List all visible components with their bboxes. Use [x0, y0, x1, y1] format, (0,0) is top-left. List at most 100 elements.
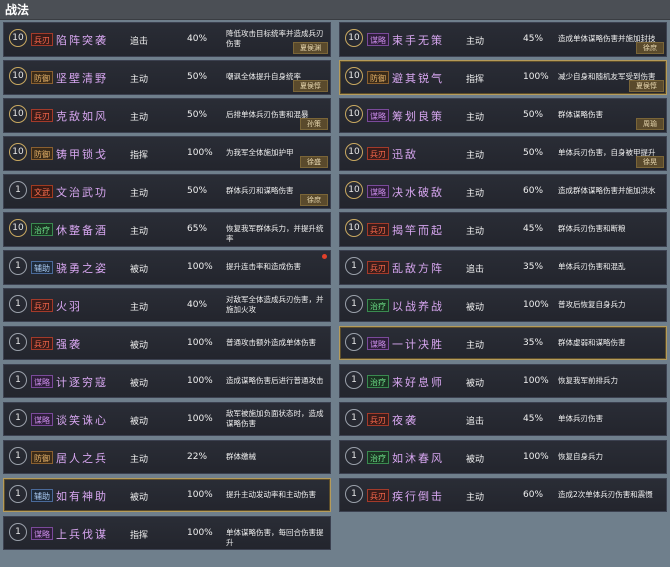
trigger-rate: 50%	[523, 109, 544, 120]
tactic-row[interactable]: 1 兵刃 夜袭 追击 45% 单体兵刃伤害	[339, 401, 667, 437]
tactic-name: 上兵伐谋	[56, 527, 108, 541]
level-icon: 1	[9, 294, 27, 313]
tactic-row[interactable]: 1 防御 居人之兵 主动 22% 群体缴械	[3, 439, 331, 475]
tactic-name: 夜袭	[392, 413, 418, 427]
tactic-type: 追击	[130, 37, 149, 47]
tactic-name: 束手无策	[392, 34, 444, 47]
category-tag: 谋略	[367, 336, 389, 350]
tactic-type: 被动	[466, 302, 485, 313]
tactics-column-left: 10 兵刃 陷阵突袭 追击 40% 降低攻击目标统率并造成兵刃伤害 夏侯渊 10 防御 坚壁清野主…	[3, 22, 331, 554]
tactic-row[interactable]: 1 兵刃 疾行倒击 主动 60% 造成2次单体兵刃伤害和震慑	[339, 477, 667, 513]
level-icon: 1	[9, 332, 27, 351]
tactic-type: 主动	[130, 74, 149, 85]
tactic-type: 被动	[130, 492, 149, 503]
tactic-row[interactable]: 1 辅助 如有神助 被动 100% 提升主动发动率和主动伤害	[3, 477, 331, 513]
tactic-name: 决水破敌	[392, 185, 444, 199]
tactic-row[interactable]: 1 治疗 以战养战 被动 100% 普攻后恢复自身兵力	[339, 287, 667, 323]
general-badge: 周瑜	[636, 117, 664, 130]
trigger-rate: 100%	[187, 337, 213, 348]
tactic-row[interactable]: 1 兵刃 强袭 被动 100% 普通攻击额外造成单体伤害	[3, 325, 331, 361]
level-icon: 1	[9, 180, 27, 199]
level-icon: 1	[345, 294, 363, 313]
tactic-row[interactable]: 1 兵刃 火羽 主动 40% 对敌军全体造成兵刃伤害，并施加火攻	[3, 287, 331, 323]
tactic-type: 主动	[466, 226, 485, 237]
tactic-name: 骁勇之姿	[56, 261, 108, 275]
level-icon: 10	[345, 218, 363, 237]
tactic-name: 陷阵突袭	[56, 34, 108, 47]
tactic-row[interactable]: 1 谋略 上兵伐谋 指挥 100% 单体谋略伤害，每回合伤害提升	[3, 515, 331, 551]
tactic-row[interactable]: 10 谋略 决水破敌 主动 60% 造成群体谋略伤害并施加洪水	[339, 173, 667, 209]
tactic-row[interactable]: 1 谋略 计逐穷寇 被动 100% 造成谋略伤害后进行普通攻击	[3, 363, 331, 399]
trigger-rate: 22%	[187, 451, 208, 462]
tactic-row[interactable]: 10 兵刃 迅敌 主动 50% 单体兵刃伤害，自身被甲提升 徐晃	[339, 135, 667, 171]
level-icon: 10	[9, 218, 27, 237]
category-tag: 辅助	[31, 260, 53, 274]
tactic-row[interactable]: 10 谋略 束手无策 主动 45% 造成单体谋略伤害并施加封技 徐庶	[339, 22, 667, 57]
tactic-row[interactable]: 1 治疗 如沐春风 被动 100% 恢复自身兵力	[339, 439, 667, 475]
tactic-description: 造成2次单体兵刃伤害和震慑	[558, 489, 653, 499]
general-badge: 孙策	[300, 117, 328, 130]
tactic-type: 指挥	[130, 150, 149, 161]
tactic-row[interactable]: 10 防御 铸甲锁戈 指挥 100% 为我军全体施加护甲 徐盛	[3, 135, 331, 171]
tactic-name: 文治武功	[56, 185, 108, 199]
tactic-type: 主动	[466, 37, 485, 47]
tactic-row[interactable]: 1 兵刃 乱敌方阵 追击 35% 单体兵刃伤害和混乱	[339, 249, 667, 285]
tactic-row[interactable]: 1 辅助 骁勇之姿 被动 100% 提升连击率和造成伤害	[3, 249, 331, 285]
tactic-name: 如沐春风	[392, 451, 444, 465]
trigger-rate: 100%	[187, 413, 213, 424]
tactic-type: 主动	[466, 112, 485, 123]
tactic-description: 对敌军全体造成兵刃伤害，并施加火攻	[226, 294, 324, 314]
tactic-name: 强袭	[56, 337, 82, 351]
tactic-row[interactable]: 10 兵刃 揭竿而起 主动 45% 群体兵刃伤害和断粮	[339, 211, 667, 247]
tactic-description: 造成谋略伤害后进行普通攻击	[226, 375, 324, 385]
tactic-row[interactable]: 10 防御 坚壁清野 主动 50% 嘲讽全体提升自身统率 夏侯惇	[3, 59, 331, 95]
tactic-name: 迅敌	[392, 147, 418, 161]
tactic-row[interactable]: 10 谋略 筹划良策 主动 50% 群体谋略伤害 周瑜	[339, 97, 667, 133]
level-icon: 10	[9, 142, 27, 161]
tactic-row[interactable]: 10 防御 避其锐气 指挥 100% 减少自身和随机友军受到伤害 夏侯惇	[339, 59, 667, 95]
tactic-row[interactable]: 1 治疗 来好息师 被动 100% 恢复我军前排兵力	[339, 363, 667, 399]
category-tag: 治疗	[367, 298, 389, 312]
trigger-rate: 50%	[187, 71, 208, 82]
page-title: 战法	[5, 3, 30, 17]
trigger-rate: 50%	[187, 109, 208, 120]
tactic-type: 主动	[130, 112, 149, 123]
level-icon: 10	[345, 29, 363, 47]
tactic-name: 计逐穷寇	[56, 375, 108, 389]
trigger-rate: 100%	[523, 299, 549, 310]
trigger-rate: 100%	[523, 71, 549, 82]
tactic-name: 一计决胜	[392, 337, 444, 351]
tactic-name: 火羽	[56, 299, 82, 313]
trigger-rate: 35%	[523, 261, 544, 272]
title-bar: 战法	[0, 0, 670, 20]
level-icon: 1	[345, 332, 363, 351]
trigger-rate: 45%	[523, 223, 544, 234]
tactics-column-right: 10 谋略 束手无策 主动 45% 造成单体谋略伤害并施加封技 徐庶 10 防御 避其锐气 指挥 10…	[339, 22, 667, 516]
trigger-rate: 100%	[523, 451, 549, 462]
level-icon: 10	[345, 180, 363, 199]
level-icon: 10	[345, 66, 363, 85]
trigger-rate: 40%	[187, 299, 208, 310]
tactic-row[interactable]: 1 谋略 谈笑诛心 被动 100% 敌军被施加负面状态时，造成谋略伤害	[3, 401, 331, 437]
trigger-rate: 35%	[523, 337, 544, 348]
notification-dot-icon	[322, 253, 327, 259]
category-tag: 谋略	[31, 374, 53, 388]
tactic-type: 追击	[466, 416, 485, 427]
level-icon: 1	[345, 256, 363, 275]
tactic-type: 主动	[466, 188, 485, 199]
trigger-rate: 100%	[187, 261, 213, 272]
tactic-row[interactable]: 10 兵刃 陷阵突袭 追击 40% 降低攻击目标统率并造成兵刃伤害 夏侯渊	[3, 22, 331, 57]
tactic-description: 恢复我军群体兵力，并提升统率	[226, 223, 324, 243]
tactic-row[interactable]: 1 谋略 一计决胜 主动 35% 群体虚弱和谋略伤害	[339, 325, 667, 361]
tactic-description: 单体兵刃伤害	[558, 413, 603, 423]
category-tag: 兵刃	[367, 488, 389, 502]
level-icon: 1	[345, 408, 363, 427]
tactic-row[interactable]: 10 治疗 休整备酒 主动 65% 恢复我军群体兵力，并提升统率	[3, 211, 331, 247]
general-badge: 夏侯惇	[293, 79, 328, 92]
category-tag: 谋略	[367, 184, 389, 198]
general-badge: 徐庶	[636, 41, 664, 54]
trigger-rate: 100%	[187, 527, 213, 538]
trigger-rate: 50%	[523, 147, 544, 158]
tactic-row[interactable]: 10 兵刃 克敌如风 主动 50% 后排单体兵刃伤害和混暴 孙策	[3, 97, 331, 133]
tactic-row[interactable]: 1 文武 文治武功 主动 50% 群体兵刃和谋略伤害 徐庶	[3, 173, 331, 209]
